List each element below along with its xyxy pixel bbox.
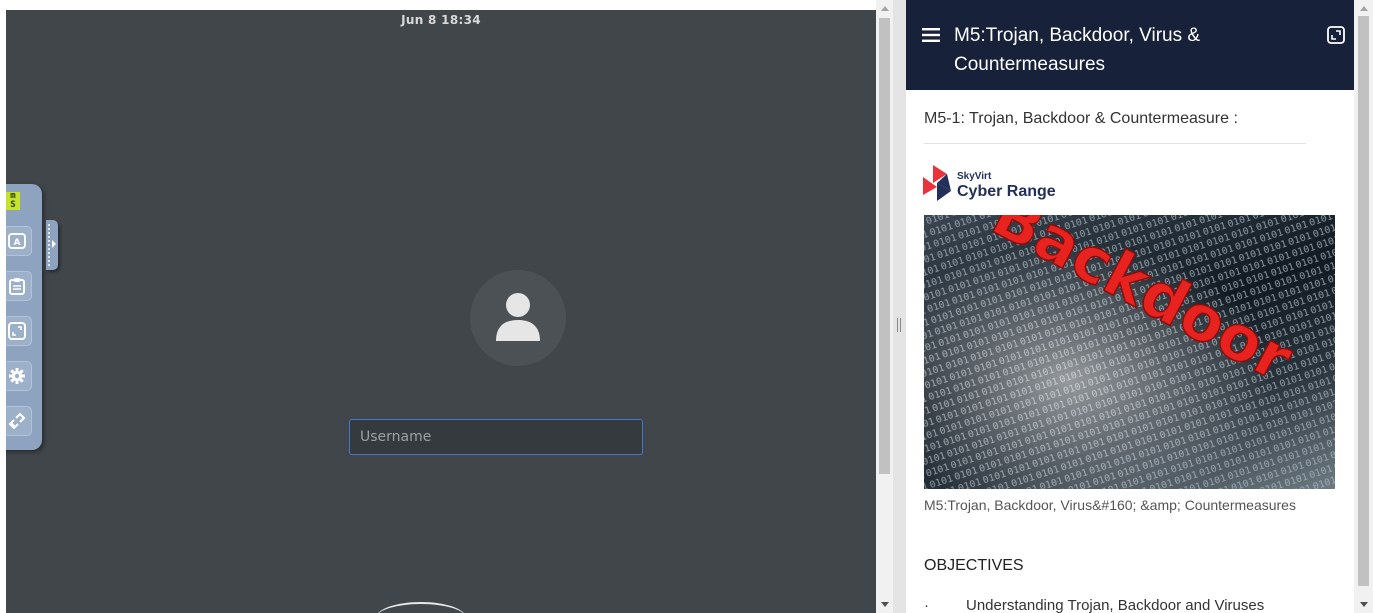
panel-splitter[interactable] <box>893 0 906 613</box>
brand-name: Cyber Range <box>957 183 1056 200</box>
disconnect-icon <box>8 412 26 430</box>
gear-icon <box>9 368 25 384</box>
lab-guide-panel: M5:Trojan, Backdoor, Virus & Countermeas… <box>906 0 1354 613</box>
clipboard-icon <box>9 278 25 295</box>
image-caption: M5:Trojan, Backdoor, Virus&#160; &amp; C… <box>924 497 1296 513</box>
scroll-up-icon[interactable] <box>881 6 889 11</box>
vm-screen[interactable]: Jun 8 18:34 mS A <box>6 10 876 613</box>
loading-spinner <box>376 602 466 613</box>
expand-arrow-icon <box>52 240 56 248</box>
scrollbar-thumb[interactable] <box>879 18 890 474</box>
brand-small: SkyVirt <box>957 171 992 182</box>
objective-bullet: · <box>924 597 929 613</box>
objective-item: · Understanding Trojan, Backdoor and Viru… <box>924 597 1344 613</box>
username-input[interactable] <box>349 419 643 455</box>
scrollbar-thumb[interactable] <box>1358 16 1369 586</box>
hamburger-menu-icon[interactable] <box>922 28 940 42</box>
panel-title: M5:Trojan, Backdoor, Virus & Countermeas… <box>954 25 1201 75</box>
disconnect-button[interactable] <box>6 406 32 436</box>
objectives-heading: OBJECTIVES <box>924 557 1024 574</box>
fullscreen-icon <box>8 322 26 340</box>
clock: Jun 8 18:34 <box>401 13 481 27</box>
remote-toolbar: mS A <box>6 184 42 450</box>
panel-scrollbar[interactable] <box>1354 0 1373 613</box>
backdoor-hero-image: 0101 Backdoor <box>924 215 1335 489</box>
skyvirt-logo-icon <box>923 165 951 201</box>
user-icon <box>496 293 540 341</box>
svg-text:A: A <box>14 238 21 248</box>
clipboard-button[interactable] <box>6 271 32 301</box>
scroll-up-icon[interactable] <box>1360 6 1368 11</box>
section-heading: M5-1: Trojan, Backdoor & Countermeasure … <box>924 110 1238 127</box>
objective-text: Understanding Trojan, Backdoor and Virus… <box>966 597 1265 613</box>
divider <box>924 143 1306 144</box>
panel-header: M5:Trojan, Backdoor, Virus & Countermeas… <box>906 0 1354 90</box>
keyboard-icon: A <box>8 233 26 249</box>
vm-scrollbar[interactable] <box>876 0 893 613</box>
scroll-down-icon[interactable] <box>881 602 889 607</box>
keyboard-button[interactable]: A <box>6 226 32 256</box>
splitter-grip-icon <box>897 318 901 332</box>
user-avatar <box>470 270 566 366</box>
settings-button[interactable] <box>6 361 32 391</box>
toolbar-toggle-handle[interactable] <box>46 220 58 270</box>
fullscreen-button[interactable] <box>6 316 32 346</box>
expand-icon[interactable] <box>1327 26 1345 44</box>
scroll-down-icon[interactable] <box>1360 602 1368 607</box>
toolbar-logo: mS <box>6 192 20 210</box>
